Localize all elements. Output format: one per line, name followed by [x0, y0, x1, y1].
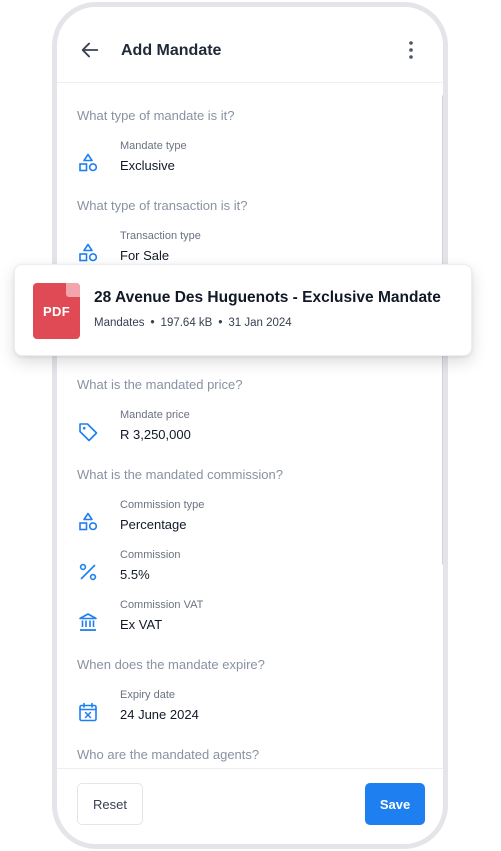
question-commission: What is the mandated commission?: [77, 467, 283, 482]
shapes-icon: [79, 153, 98, 172]
tag-icon: [79, 423, 98, 442]
question-mandate-type: What type of mandate is it?: [77, 108, 235, 123]
commission-vat-field[interactable]: Commission VAT Ex VAT: [77, 599, 417, 639]
shapes-icon: [79, 243, 98, 262]
question-transaction-type: What type of transaction is it?: [77, 198, 248, 213]
reset-button[interactable]: Reset: [77, 783, 143, 825]
field-label: Commission type: [120, 499, 205, 511]
meta-separator: •: [218, 317, 223, 329]
phone-frame: Add Mandate What type of mandate is it? …: [52, 2, 448, 849]
field-value: Percentage: [120, 517, 187, 532]
field-value: 24 June 2024: [120, 707, 199, 722]
document-date: 31 Jan 2024: [228, 317, 292, 329]
commission-field[interactable]: Commission 5.5%: [77, 549, 417, 589]
page-title: Add Mandate: [121, 42, 222, 59]
app-header: Add Mandate: [57, 7, 443, 83]
more-vertical-icon[interactable]: [401, 39, 421, 61]
question-agents: Who are the mandated agents?: [77, 747, 260, 762]
field-label: Transaction type: [120, 230, 201, 242]
mandate-type-field[interactable]: Mandate type Exclusive: [77, 140, 417, 180]
document-title: 28 Avenue Des Huguenots - Exclusive Mand…: [94, 289, 441, 306]
form-content[interactable]: What type of mandate is it? Mandate type…: [57, 84, 443, 776]
document-meta: Mandates • 197.64 kB • 31 Jan 2024: [94, 317, 292, 329]
commission-type-field[interactable]: Commission type Percentage: [77, 499, 417, 539]
meta-separator: •: [150, 317, 155, 329]
document-size: 197.64 kB: [160, 317, 213, 329]
field-value: R 3,250,000: [120, 427, 191, 442]
page-fold: [66, 283, 80, 297]
field-value: Ex VAT: [120, 617, 163, 632]
pdf-file-icon: PDF: [33, 283, 80, 339]
field-value: For Sale: [120, 248, 170, 263]
document-category: Mandates: [94, 317, 145, 329]
question-expiry: When does the mandate expire?: [77, 657, 265, 672]
question-price: What is the mandated price?: [77, 377, 243, 392]
field-label: Mandate price: [120, 409, 190, 421]
field-label: Expiry date: [120, 689, 176, 701]
field-label: Mandate type: [120, 140, 187, 152]
percent-icon: [79, 563, 97, 581]
shapes-icon: [79, 512, 98, 531]
bank-icon: [79, 613, 97, 631]
field-value: Exclusive: [120, 158, 175, 173]
back-arrow-icon[interactable]: [79, 39, 101, 61]
field-label: Commission VAT: [120, 599, 204, 611]
file-type-label: PDF: [43, 304, 70, 319]
form-footer: Reset Save: [57, 768, 443, 844]
calendar-icon: [79, 702, 97, 722]
field-value: 5.5%: [120, 567, 150, 582]
expiry-date-field[interactable]: Expiry date 24 June 2024: [77, 689, 417, 729]
save-button[interactable]: Save: [365, 783, 425, 825]
document-card[interactable]: PDF 28 Avenue Des Huguenots - Exclusive …: [14, 264, 472, 356]
field-label: Commission: [120, 549, 181, 561]
mandate-price-field[interactable]: Mandate price R 3,250,000: [77, 409, 417, 449]
